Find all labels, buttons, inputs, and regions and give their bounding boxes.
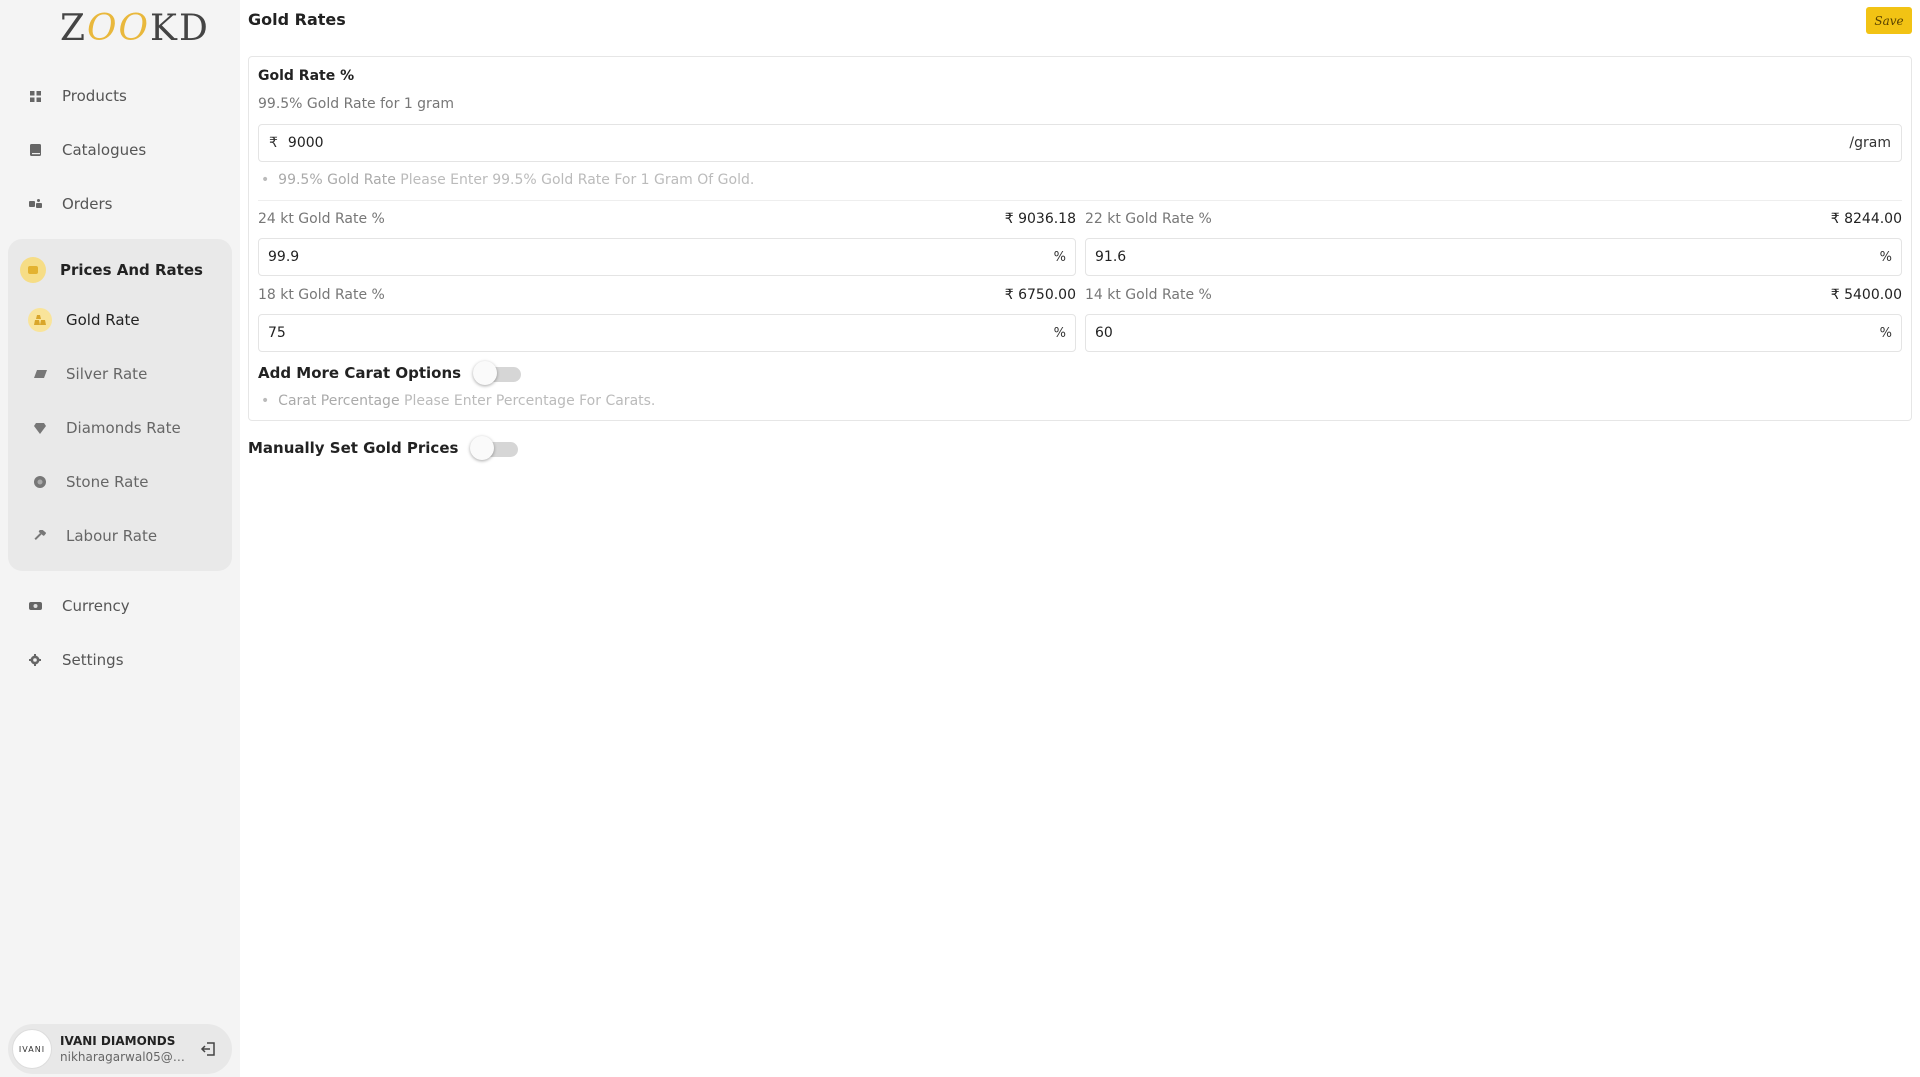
manual-prices-row: Manually Set Gold Prices [248,436,519,460]
page-title: Gold Rates [248,10,346,29]
sidebar-item-prices-and-rates[interactable]: Prices And Rates [20,254,203,286]
orders-icon [20,199,50,209]
currency-icon [20,601,50,611]
bullet-icon: • [261,393,279,409]
gold-rate-card: Gold Rate % 99.5% Gold Rate for 1 gram ₹… [248,56,1912,421]
avatar[interactable]: IVANI [12,1029,52,1069]
sidebar-item-label: Silver Rate [66,365,148,383]
sidebar-group-label: Prices And Rates [60,261,203,279]
rate-input-14kt[interactable]: 60 % [1085,314,1902,352]
rate-amount-14kt: ₹ 5400.00 [1830,287,1902,303]
gear-icon [20,654,50,666]
user-card: IVANI IVANI DIAMONDS nikharagarwal05@gma… [8,1024,232,1074]
percent-unit: % [1053,249,1066,265]
percent-unit: % [1879,325,1892,341]
sidebar-item-silver-rate[interactable]: Silver Rate [28,354,147,394]
sidebar-item-label: Catalogues [62,141,147,159]
sidebar-item-diamonds-rate[interactable]: Diamonds Rate [28,408,181,448]
sidebar-item-catalogues[interactable]: Catalogues [20,130,146,170]
hint-title: Carat Percentage [278,393,400,409]
rate-amount-22kt: ₹ 8244.00 [1830,211,1902,227]
sidebar-item-products[interactable]: Products [20,76,127,116]
logo-text-kd: KD [150,8,210,49]
carat-hint: • Carat Percentage Please Enter Percenta… [261,393,655,409]
rate-label-22kt: 22 kt Gold Rate % [1085,211,1212,227]
sidebar-item-label: Currency [62,597,130,615]
sidebar-item-label: Settings [62,651,124,669]
rate-label-14kt: 14 kt Gold Rate % [1085,287,1212,303]
carat-options-toggle[interactable] [473,361,522,385]
base-rate-value: 9000 [287,135,324,151]
prices-and-rates-group: Prices And Rates Gold Rate Silver Rate D… [8,239,232,571]
rate-label-24kt: 24 kt Gold Rate % [258,211,385,227]
sidebar-item-settings[interactable]: Settings [20,640,124,680]
logo-text-oo: OO [87,8,151,49]
logout-icon[interactable] [194,1034,224,1064]
manual-prices-label: Manually Set Gold Prices [248,439,459,457]
rate-input-18kt[interactable]: 75 % [258,314,1076,352]
sidebar-item-stone-rate[interactable]: Stone Rate [28,462,148,502]
rate-input-24kt[interactable]: 99.9 % [258,238,1076,276]
sidebar-item-label: Orders [62,195,113,213]
rate-value: 60 [1095,325,1113,341]
sidebar-item-orders[interactable]: Orders [20,184,112,224]
logo-text-z: Z [60,8,88,49]
hint-text: Please Enter 99.5% Gold Rate For 1 Gram … [395,172,755,188]
user-name: IVANI DIAMONDS [60,1034,176,1048]
base-rate-input[interactable]: ₹ 9000 /gram [258,124,1902,162]
hint-text: Please Enter Percentage For Carats. [399,393,656,409]
user-info: IVANI DIAMONDS nikharagarwal05@gmail.com [60,1034,190,1064]
diamond-icon [28,416,52,440]
save-button[interactable]: Save [1866,7,1912,34]
sidebar-item-label: Gold Rate [66,311,140,329]
rate-amount-18kt: ₹ 6750.00 [1004,287,1076,303]
sidebar-item-label: Labour Rate [66,527,158,545]
gold-bars-icon [28,308,52,332]
sidebar-item-label: Diamonds Rate [66,419,181,437]
percent-unit: % [1053,325,1066,341]
sidebar: ZOOKD Products Catalogues Orders Prices … [0,0,240,1077]
carat-options-row: Add More Carat Options [258,361,522,385]
bullet-icon: • [261,172,279,188]
user-email: nikharagarwal05@gmail.com [60,1050,190,1064]
base-rate-label: 99.5% Gold Rate for 1 gram [258,96,455,112]
book-icon [20,144,50,156]
toggle-knob [473,361,498,385]
sidebar-item-gold-rate[interactable]: Gold Rate [28,300,140,340]
grid-icon [20,90,50,102]
silver-bar-icon [28,362,52,386]
sidebar-item-label: Products [62,87,127,105]
percent-unit: % [1879,249,1892,265]
base-rate-unit: /gram [1849,135,1891,151]
stone-icon [28,470,52,494]
rate-label-18kt: 18 kt Gold Rate % [258,287,385,303]
sidebar-item-currency[interactable]: Currency [20,586,130,626]
sidebar-item-label: Stone Rate [66,473,149,491]
carat-options-label: Add More Carat Options [258,364,462,382]
base-rate-hint: • 99.5% Gold Rate Please Enter 99.5% Gol… [261,172,754,188]
manual-prices-toggle[interactable] [470,436,519,460]
main-content: Gold Rates Save Gold Rate % 99.5% Gold R… [248,0,1912,1077]
rate-value: 99.9 [268,249,300,265]
rate-input-22kt[interactable]: 91.6 % [1085,238,1902,276]
sidebar-item-labour-rate[interactable]: Labour Rate [28,516,157,556]
zookd-logo[interactable]: ZOOKD [60,8,210,49]
rupee-symbol: ₹ [269,135,278,151]
hint-title: 99.5% Gold Rate [278,172,396,188]
rate-value: 75 [268,325,286,341]
rate-value: 91.6 [1095,249,1127,265]
card-title: Gold Rate % [258,68,355,84]
hammer-icon [28,524,52,548]
rate-amount-24kt: ₹ 9036.18 [1004,211,1076,227]
price-tag-icon [20,257,46,283]
divider [258,200,1902,201]
